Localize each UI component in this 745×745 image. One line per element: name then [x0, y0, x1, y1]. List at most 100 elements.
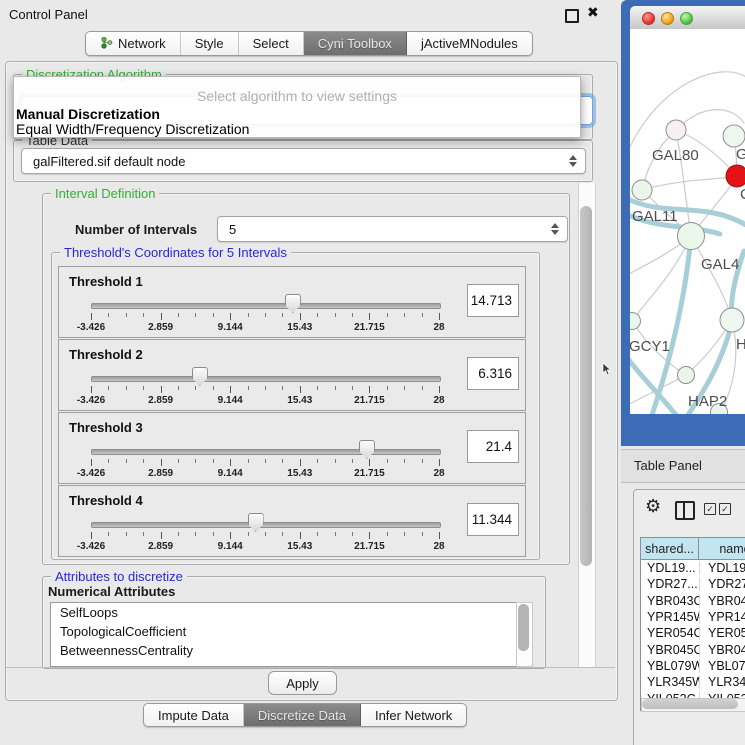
network-node-h[interactable]	[720, 308, 744, 332]
slider-tick	[230, 532, 231, 539]
network-node-c[interactable]	[726, 165, 745, 187]
table-row[interactable]: YLR345WYLR345W	[641, 674, 745, 690]
attribute-item-topologicalcoefficient[interactable]: TopologicalCoefficient	[51, 622, 517, 641]
slider-thumb[interactable]	[285, 294, 301, 313]
tab-select[interactable]: Select	[239, 32, 304, 55]
slider-track[interactable]	[91, 303, 441, 309]
algorithm-option-manual-discretization[interactable]: Manual Discretization	[16, 106, 576, 122]
threshold-value-field[interactable]: 21.4	[467, 430, 519, 463]
slider-scale-label: 15.43	[278, 322, 322, 333]
slider-track[interactable]	[91, 449, 441, 455]
threshold-value-field[interactable]: 6.316	[467, 357, 519, 390]
network-edge[interactable]	[691, 236, 732, 320]
tab-jactivemnodules[interactable]: jActiveMNodules	[407, 32, 532, 55]
table-row[interactable]: YPR145WYPR145W	[641, 609, 745, 625]
table-row[interactable]: YDL19...YDL19...	[641, 560, 745, 576]
slider-tick	[317, 459, 318, 463]
network-node-gcy1[interactable]	[630, 313, 641, 330]
node-label-gal4: GAL4	[701, 256, 739, 273]
slider-scale-label: -3.426	[69, 468, 113, 479]
mac-minimize-icon[interactable]	[661, 12, 674, 25]
slider-tick	[126, 313, 127, 317]
table-data-combobox-value: galFiltered.sif default node	[22, 154, 568, 169]
network-edge[interactable]	[642, 177, 737, 190]
slider-tick	[126, 386, 127, 390]
slider-tick	[422, 459, 423, 463]
algorithm-option-equal-width-frequency-discretization[interactable]: Equal Width/Frequency Discretization	[16, 121, 576, 137]
slider-track[interactable]	[91, 522, 441, 528]
slider-tick	[91, 386, 92, 393]
slider-tick	[178, 459, 179, 463]
attribute-item-betweennesscentrality[interactable]: BetweennessCentrality	[51, 641, 517, 660]
numerical-attributes-list[interactable]: SelfLoopsTopologicalCoefficientBetweenne…	[50, 602, 518, 667]
float-window-icon[interactable]	[565, 9, 579, 23]
numerical-attributes-header: Numerical Attributes	[48, 584, 175, 599]
slider-track[interactable]	[91, 376, 441, 382]
tab-cyni-toolbox[interactable]: Cyni Toolbox	[304, 32, 407, 55]
column-header-shared[interactable]: shared...	[641, 538, 699, 560]
panel-scrollbar[interactable]	[578, 183, 596, 667]
tab-network[interactable]: Network	[86, 32, 181, 55]
slider-scale-label: 2.859	[139, 322, 183, 333]
close-icon[interactable]: ✖	[587, 4, 599, 21]
mac-zoom-icon[interactable]	[680, 12, 693, 25]
gear-icon[interactable]: ⚙	[645, 496, 661, 517]
tab-label: Discretize Data	[258, 708, 346, 723]
table-data-combobox[interactable]: galFiltered.sif default node	[21, 148, 586, 174]
attributes-scrollbar-thumb[interactable]	[518, 604, 529, 651]
network-canvas[interactable]: GAL80GACGAL11GAL4GCY1HHAP2	[630, 29, 745, 414]
attributes-scrollbar[interactable]	[516, 602, 533, 667]
table-horizontal-scrollbar-thumb[interactable]	[642, 699, 738, 709]
network-node-gal80[interactable]	[666, 120, 686, 140]
network-node-gal11[interactable]	[632, 180, 652, 200]
slider-tick	[108, 386, 109, 390]
slider-tick	[404, 532, 405, 536]
table-row[interactable]: YER054CYER054C	[641, 625, 745, 641]
panel-scrollbar-thumb[interactable]	[580, 206, 592, 566]
threshold-label: Threshold 2	[69, 347, 143, 362]
tab-style[interactable]: Style	[181, 32, 239, 55]
network-node-gal4[interactable]	[678, 223, 705, 250]
slider-tick	[143, 386, 144, 390]
table-row[interactable]: YBR045CYBR045C	[641, 641, 745, 657]
network-edge[interactable]	[688, 251, 744, 414]
table-row[interactable]: YBL079WYBL079W	[641, 658, 745, 674]
column-header-name[interactable]: name	[699, 538, 745, 560]
table-row[interactable]: YDR27...YDR27...	[641, 576, 745, 592]
slider-tick	[143, 459, 144, 463]
slider-thumb[interactable]	[248, 513, 264, 532]
slider-tick	[282, 532, 283, 536]
slider-tick	[369, 532, 370, 539]
network-edge[interactable]	[652, 236, 691, 414]
table-row[interactable]: YBR043CYBR043C	[641, 593, 745, 609]
cell-shared-name: YBL079W	[641, 659, 699, 673]
checkbox-icon[interactable]: ✓	[704, 503, 716, 515]
network-node-hap2[interactable]	[678, 367, 695, 384]
threshold-value-field[interactable]: 14.713	[467, 284, 519, 317]
mac-close-icon[interactable]	[642, 12, 655, 25]
tab-infer-network[interactable]: Infer Network	[361, 704, 466, 726]
slider-tick	[369, 459, 370, 466]
number-of-intervals-combobox[interactable]: 5	[217, 216, 568, 242]
network-node-g[interactable]	[723, 125, 745, 147]
slider-scale-label: 21.715	[347, 468, 391, 479]
split-columns-icon[interactable]	[675, 501, 695, 520]
interval-definition-title: Interval Definition	[51, 186, 159, 201]
tab-discretize-data[interactable]: Discretize Data	[244, 704, 361, 726]
slider-thumb[interactable]	[192, 367, 208, 386]
algorithm-placeholder: Select algorithm to view settings	[14, 88, 580, 104]
slider-tick	[195, 532, 196, 536]
threshold-row-1: Threshold 1-3.4262.8599.14415.4321.71528…	[58, 266, 526, 338]
attribute-item-selfloops[interactable]: SelfLoops	[51, 603, 517, 622]
checkbox-icon[interactable]: ✓	[719, 503, 731, 515]
threshold-value-field[interactable]: 11.344	[467, 503, 519, 536]
slider-scale-label: 9.144	[208, 322, 252, 333]
tab-label: jActiveMNodules	[421, 36, 518, 51]
table-panel-title: Table Panel	[634, 458, 702, 473]
tab-impute-data[interactable]: Impute Data	[144, 704, 244, 726]
apply-button[interactable]: Apply	[268, 671, 337, 695]
slider-tick	[300, 532, 301, 539]
slider-tick	[335, 459, 336, 463]
slider-thumb[interactable]	[359, 440, 375, 459]
panel-separator	[6, 667, 615, 668]
